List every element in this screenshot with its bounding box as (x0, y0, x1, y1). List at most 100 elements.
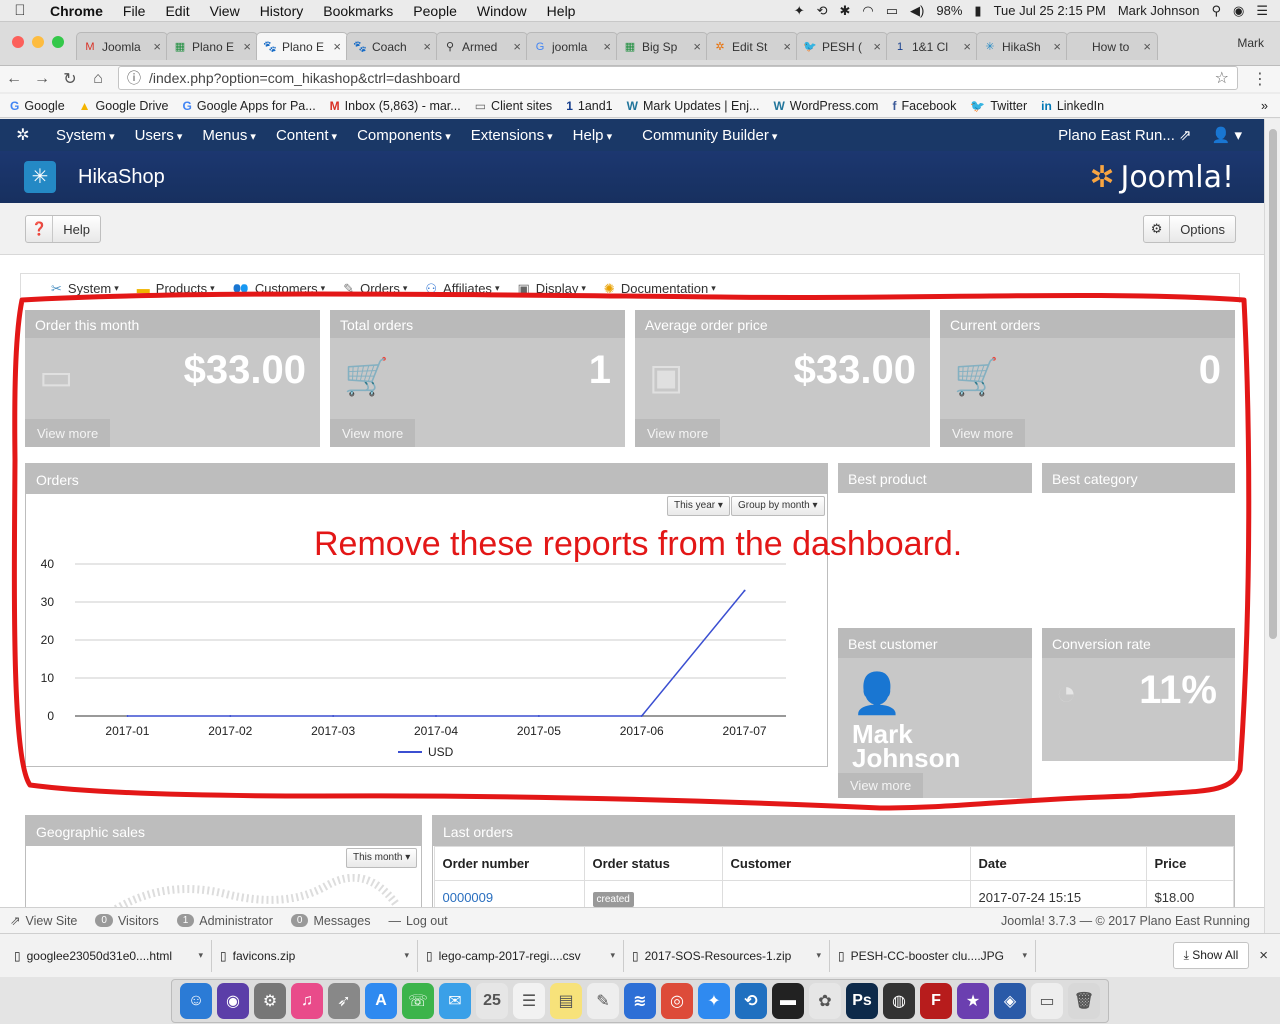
hika-menu-system[interactable]: ✂ System (51, 281, 119, 297)
browser-tab[interactable]: Gjoomla × (526, 32, 618, 60)
dock-app-icon[interactable]: ☺ (180, 982, 212, 1019)
dock-app-icon[interactable]: ✿ (809, 982, 841, 1019)
tab-close-icon[interactable]: × (1143, 39, 1151, 54)
bookmark-item[interactable]: W Mark Updates | Enj... (627, 99, 760, 113)
hika-menu-documentation[interactable]: ✺ Documentation (604, 281, 716, 297)
tab-close-icon[interactable]: × (153, 39, 161, 54)
more-bookmarks-icon[interactable]: » (1261, 99, 1268, 113)
col-price[interactable]: Price (1145, 846, 1234, 881)
download-item[interactable]: ▯ googlee23050d31e0....html ▾ (6, 939, 212, 972)
col-customer[interactable]: Customer (721, 846, 971, 881)
bookmark-item[interactable]: ▲ Google Drive (79, 99, 169, 113)
clock[interactable]: Tue Jul 25 2:15 PM (994, 3, 1106, 18)
options-button[interactable]: ⚙ Options (1143, 215, 1236, 243)
menu-view[interactable]: View (200, 3, 250, 19)
chrome-menu-icon[interactable]: ⋮ (1252, 69, 1268, 89)
browser-tab[interactable]: ▦ Big Sp × (616, 32, 708, 60)
tab-close-icon[interactable]: × (603, 39, 611, 54)
bookmark-item[interactable]: G Google (10, 99, 65, 113)
messages-link[interactable]: 0 Messages (290, 914, 370, 928)
browser-tab[interactable]: How to × (1066, 32, 1158, 60)
bookmark-item[interactable]: ▭ Client sites (475, 99, 552, 113)
dock-app-icon[interactable]: ◎ (661, 982, 693, 1019)
tab-close-icon[interactable]: × (423, 39, 431, 54)
hika-menu-orders[interactable]: ✎ Orders (343, 281, 407, 297)
dock-app-icon[interactable]: A (365, 982, 397, 1019)
close-window-button[interactable] (12, 36, 24, 48)
dock-app-icon[interactable]: ☏ (402, 982, 434, 1019)
dock-app-icon[interactable]: ▤ (550, 982, 582, 1019)
volume-icon[interactable]: ◀) (910, 3, 924, 19)
browser-tab[interactable]: 🐾 Plano E × (256, 32, 348, 60)
dock-app-icon[interactable]: ★ (957, 982, 989, 1019)
site-link[interactable]: Plano East Run... ⇗ (1058, 126, 1191, 144)
tab-close-icon[interactable]: × (333, 39, 341, 54)
time-machine-icon[interactable]: ⟲ (817, 3, 828, 19)
app-menu[interactable]: Chrome (40, 3, 113, 19)
browser-tab[interactable]: 🐾 Coach × (346, 32, 438, 60)
dock-app-icon[interactable]: Ps (846, 982, 878, 1019)
joomla-logo-icon[interactable]: ✲ (0, 125, 46, 145)
browser-tab[interactable]: ✳ HikaSh × (976, 32, 1068, 60)
close-downloads-icon[interactable]: × (1259, 947, 1268, 964)
visitors-link[interactable]: 0 Visitors (95, 914, 159, 928)
customer-cell[interactable] (721, 880, 971, 907)
dock-app-icon[interactable]: 🗑 (1068, 982, 1100, 1019)
order-number-link[interactable]: 0000009 (443, 890, 494, 905)
view-more-link[interactable]: View more (635, 419, 721, 447)
tab-close-icon[interactable]: × (513, 39, 521, 54)
bookmark-item[interactable]: M Inbox (5,863) - mar... (330, 99, 461, 113)
dock-app-icon[interactable]: ◉ (217, 982, 249, 1019)
dropbox-icon[interactable]: ✦ (794, 3, 805, 19)
download-menu-icon[interactable]: ▾ (404, 950, 409, 961)
minimize-window-button[interactable] (32, 36, 44, 48)
dock-app-icon[interactable]: ▭ (1031, 982, 1063, 1019)
menu-people[interactable]: People (403, 3, 467, 19)
jmenu-users[interactable]: Users (125, 127, 193, 144)
browser-tab[interactable]: 🐦 PESH (× (796, 32, 888, 60)
download-item[interactable]: ▯ favicons.zip ▾ (212, 939, 418, 972)
download-item[interactable]: ▯ lego-camp-2017-regi....csv ▾ (418, 939, 624, 972)
jmenu-extensions[interactable]: Extensions (461, 127, 563, 144)
browser-tab[interactable]: 1 1&1 Cl × (886, 32, 978, 60)
menu-history[interactable]: History (250, 3, 314, 19)
dock-app-icon[interactable]: ☰ (513, 982, 545, 1019)
airplay-icon[interactable]: ▭ (886, 3, 898, 19)
jmenu-components[interactable]: Components (347, 127, 461, 144)
tab-close-icon[interactable]: × (243, 39, 251, 54)
dock-app-icon[interactable]: ✎ (587, 982, 619, 1019)
notification-center-icon[interactable]: ☰ (1256, 3, 1268, 19)
profile-button[interactable]: Mark (1237, 36, 1264, 50)
siri-icon[interactable]: ◉ (1233, 3, 1244, 19)
tab-close-icon[interactable]: × (873, 39, 881, 54)
bookmark-item[interactable]: 🐦 Twitter (970, 99, 1027, 113)
home-icon[interactable]: ⌂ (84, 70, 112, 88)
bookmark-item[interactable]: in LinkedIn (1041, 99, 1104, 113)
administrator-link[interactable]: 1 Administrator (176, 914, 273, 928)
view-more-link[interactable]: View more (838, 773, 924, 798)
dock-app-icon[interactable]: ➶ (328, 982, 360, 1019)
download-menu-icon[interactable]: ▾ (610, 950, 615, 961)
user-menu-icon[interactable]: 👤 ▾ (1212, 126, 1242, 144)
address-bar[interactable]: ⓘ /index.php?option=com_hikashop&ctrl=da… (118, 66, 1238, 90)
menu-bookmarks[interactable]: Bookmarks (313, 3, 403, 19)
dock-app-icon[interactable]: ≋ (624, 982, 656, 1019)
zoom-window-button[interactable] (52, 36, 64, 48)
forward-icon[interactable]: → (28, 70, 56, 88)
menu-help[interactable]: Help (537, 3, 586, 19)
reload-icon[interactable]: ↻ (56, 69, 84, 89)
bookmark-item[interactable]: 1 1and1 (566, 99, 612, 113)
col-order-status[interactable]: Order status (583, 846, 723, 881)
col-order-number[interactable]: Order number (433, 846, 585, 881)
browser-tab[interactable]: ▦ Plano E × (166, 32, 258, 60)
dock-app-icon[interactable]: ◈ (994, 982, 1026, 1019)
menu-file[interactable]: File (113, 3, 156, 19)
back-icon[interactable]: ← (0, 70, 28, 88)
show-all-downloads-button[interactable]: ⤓ Show All (1172, 942, 1250, 969)
dock-app-icon[interactable]: 25 (476, 982, 508, 1019)
tab-close-icon[interactable]: × (693, 39, 701, 54)
jmenu-help[interactable]: Help (563, 127, 622, 144)
geo-period-dropdown[interactable]: This month ▾ (346, 848, 418, 868)
browser-tab[interactable]: ✲ Edit St × (706, 32, 798, 60)
tab-close-icon[interactable]: × (963, 39, 971, 54)
